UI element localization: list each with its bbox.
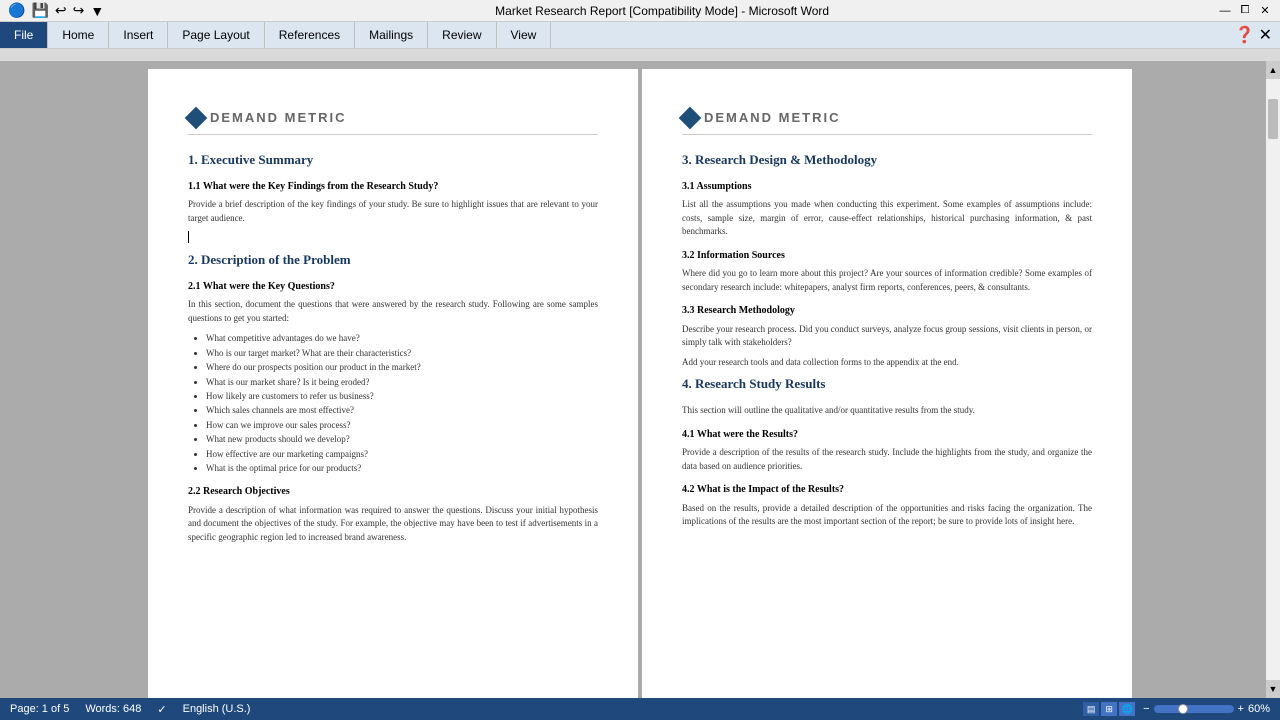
key-questions-list: What competitive advantages do we have? … — [206, 331, 598, 475]
scrollbar-thumb[interactable] — [1268, 99, 1278, 139]
tab-mailings[interactable]: Mailings — [355, 22, 428, 48]
logo-diamond-icon-right — [679, 107, 702, 130]
close-button[interactable]: ✕ — [1258, 4, 1272, 18]
page-left: DEMAND METRIC 1. Executive Summary 1.1 W… — [148, 69, 638, 698]
section3a-body: List all the assumptions you made when c… — [682, 198, 1092, 239]
tab-view[interactable]: View — [497, 22, 552, 48]
list-item: What competitive advantages do we have? — [206, 331, 598, 345]
maximize-button[interactable]: ⧠ — [1238, 4, 1252, 18]
close-ribbon-icon[interactable]: ✕ — [1259, 25, 1272, 45]
scroll-down-button[interactable]: ▼ — [1266, 680, 1280, 698]
logo-text-left: DEMAND METRIC — [210, 109, 347, 128]
tab-home[interactable]: Home — [48, 22, 109, 48]
section4a-body: Provide a description of the results of … — [682, 446, 1092, 473]
view-mode-icons: ▤ ⊞ 🌐 — [1083, 702, 1135, 716]
save-icon[interactable]: 💾 — [31, 2, 48, 19]
ruler-area — [0, 49, 1280, 61]
section4a-h3: 4.1 What were the Results? — [682, 428, 1092, 443]
text-cursor — [188, 231, 189, 243]
customize-icon[interactable]: ▼ — [90, 3, 104, 19]
section4b-h3: 4.2 What is the Impact of the Results? — [682, 483, 1092, 498]
minimize-button[interactable]: — — [1218, 4, 1232, 18]
zoom-control[interactable]: − + 60% — [1143, 703, 1270, 715]
title-bar: 🔵 💾 ↩ ↪ ▼ Market Research Report [Compat… — [0, 0, 1280, 22]
section3b-h3: 3.2 Information Sources — [682, 249, 1092, 264]
list-item: How can we improve our sales process? — [206, 418, 598, 432]
ribbon-tab-bar: File Home Insert Page Layout References … — [0, 22, 1280, 48]
tab-references[interactable]: References — [265, 22, 355, 48]
status-bar: Page: 1 of 5 Words: 648 ✓ English (U.S.)… — [0, 698, 1280, 720]
page-info: Page: 1 of 5 — [10, 703, 69, 715]
section2b-body: Provide a description of what informatio… — [188, 504, 598, 545]
full-screen-view[interactable]: ⊞ — [1101, 702, 1117, 716]
logo-left: DEMAND METRIC — [188, 109, 598, 135]
section3a-h3: 3.1 Assumptions — [682, 180, 1092, 195]
section4-body: This section will outline the qualitativ… — [682, 404, 1092, 418]
ribbon: File Home Insert Page Layout References … — [0, 22, 1280, 49]
zoom-slider[interactable] — [1154, 705, 1234, 713]
list-item: Who is our target market? What are their… — [206, 346, 598, 360]
ribbon-right-icons: ❓ ✕ — [1235, 22, 1280, 48]
zoom-level: 60% — [1248, 703, 1270, 715]
word-icon: 🔵 — [8, 2, 25, 19]
tab-review[interactable]: Review — [428, 22, 496, 48]
pages-wrapper: DEMAND METRIC 1. Executive Summary 1.1 W… — [146, 69, 1134, 690]
language[interactable]: English (U.S.) — [183, 703, 251, 715]
list-item: What new products should we develop? — [206, 432, 598, 446]
web-layout-view[interactable]: 🌐 — [1119, 702, 1135, 716]
section3c-body: Describe your research process. Did you … — [682, 323, 1092, 350]
zoom-out-button[interactable]: − — [1143, 703, 1149, 715]
help-icon[interactable]: ❓ — [1235, 25, 1255, 45]
section2-h3: 2.1 What were the Key Questions? — [188, 280, 598, 295]
tab-insert[interactable]: Insert — [109, 22, 168, 48]
section2-body: In this section, document the questions … — [188, 298, 598, 325]
document-area: DEMAND METRIC 1. Executive Summary 1.1 W… — [0, 61, 1280, 698]
section2b-h3: 2.2 Research Objectives — [188, 485, 598, 500]
page-right: DEMAND METRIC 3. Research Design & Metho… — [642, 69, 1132, 698]
section3c-h3: 3.3 Research Methodology — [682, 304, 1092, 319]
section3b-body: Where did you go to learn more about thi… — [682, 267, 1092, 294]
list-item: Where do our prospects position our prod… — [206, 360, 598, 374]
section3-title: 3. Research Design & Methodology — [682, 151, 1092, 170]
print-layout-view[interactable]: ▤ — [1083, 702, 1099, 716]
quick-access-toolbar: 🔵 💾 ↩ ↪ ▼ — [8, 2, 106, 19]
section2-title: 2. Description of the Problem — [188, 251, 598, 270]
zoom-in-button[interactable]: + — [1238, 703, 1244, 715]
tab-page-layout[interactable]: Page Layout — [168, 22, 264, 48]
scroll-up-button[interactable]: ▲ — [1266, 61, 1280, 79]
list-item: How effective are our marketing campaign… — [206, 447, 598, 461]
section4-title: 4. Research Study Results — [682, 375, 1092, 394]
logo-text-right: DEMAND METRIC — [704, 109, 841, 128]
section1-h3: 1.1 What were the Key Findings from the … — [188, 180, 598, 195]
window-controls: — ⧠ ✕ — [1218, 4, 1272, 18]
tab-file[interactable]: File — [0, 22, 48, 48]
section1-body: Provide a brief description of the key f… — [188, 198, 598, 225]
logo-diamond-icon — [185, 107, 208, 130]
redo-icon[interactable]: ↪ — [73, 2, 85, 19]
list-item: How likely are customers to refer us bus… — [206, 389, 598, 403]
section3c-extra: Add your research tools and data collect… — [682, 356, 1092, 370]
zoom-slider-thumb[interactable] — [1178, 704, 1188, 714]
track-changes-icon: ✓ — [157, 703, 166, 716]
list-item: What is our market share? Is it being er… — [206, 375, 598, 389]
section4b-body: Based on the results, provide a detailed… — [682, 502, 1092, 529]
list-item: Which sales channels are most effective? — [206, 403, 598, 417]
list-item: What is the optimal price for our produc… — [206, 461, 598, 475]
undo-icon[interactable]: ↩ — [55, 2, 67, 19]
status-right: ▤ ⊞ 🌐 − + 60% — [1083, 702, 1270, 716]
section1-title: 1. Executive Summary — [188, 151, 598, 170]
window-title: Market Research Report [Compatibility Mo… — [106, 4, 1218, 18]
vertical-scrollbar[interactable]: ▲ ▼ — [1266, 61, 1280, 698]
logo-right: DEMAND METRIC — [682, 109, 1092, 135]
word-count: Words: 648 — [85, 703, 141, 715]
